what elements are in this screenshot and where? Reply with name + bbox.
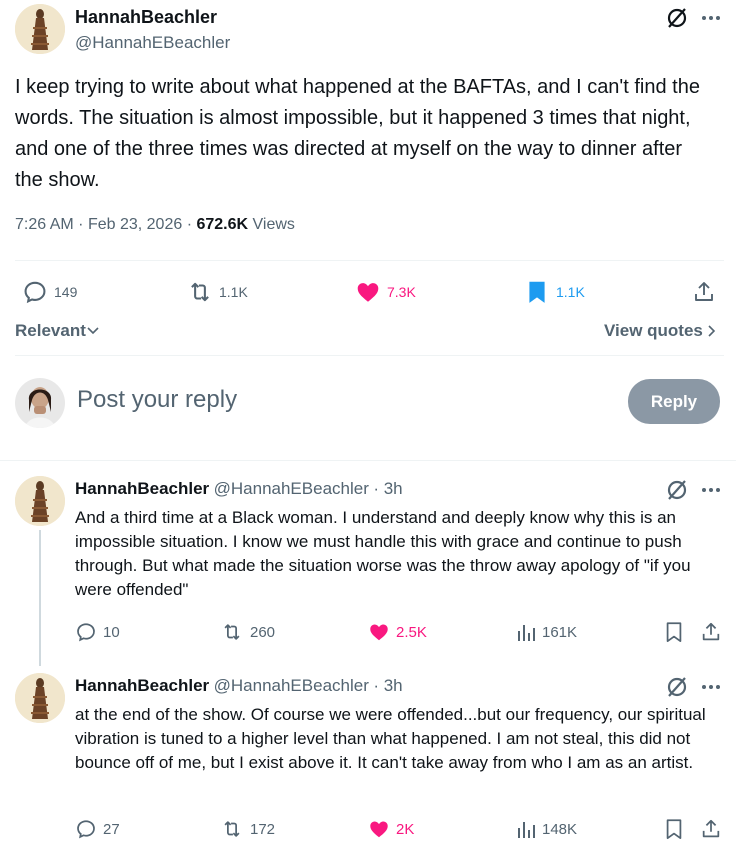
reply-text: And a third time at a Black woman. I und…: [75, 508, 691, 599]
avatar-image: [15, 4, 65, 54]
repost-count: 1.1K: [219, 284, 248, 300]
views-icon: [518, 822, 535, 838]
reply-count: 27: [103, 820, 120, 838]
reply-count: 10: [103, 623, 120, 641]
reply-input[interactable]: Post your reply: [77, 386, 237, 414]
views-action[interactable]: 161K: [516, 621, 577, 643]
avatar-image: [15, 673, 65, 723]
reply-count: 149: [54, 284, 78, 300]
author-name[interactable]: HannahBeachler: [75, 7, 217, 28]
post-text: I keep trying to write about what happen…: [15, 76, 700, 191]
repost-action[interactable]: 1.1K: [187, 279, 248, 305]
post-time[interactable]: 7:26 AM: [15, 216, 74, 233]
divider: [0, 460, 736, 461]
reply-time[interactable]: 3h: [384, 479, 403, 498]
reply-button[interactable]: Reply: [628, 379, 720, 424]
reply-avatar[interactable]: [15, 673, 65, 723]
like-count: 2.5K: [396, 623, 427, 641]
reply-author-name[interactable]: HannahBeachler: [75, 676, 209, 695]
repost-action[interactable]: 172: [220, 818, 275, 840]
reply-icon: [77, 623, 95, 642]
like-action[interactable]: 2K: [368, 818, 414, 840]
reply-header: HannahBeachler @HannahEBeachler · 3h: [75, 479, 403, 498]
sort-label: Relevant: [15, 321, 86, 340]
view-quotes-link[interactable]: View quotes: [604, 321, 718, 341]
views-action[interactable]: 148K: [516, 818, 577, 840]
repost-icon: [224, 821, 240, 837]
like-action[interactable]: 7.3K: [355, 279, 416, 305]
chevron-down-icon: [87, 327, 99, 335]
grok-icon[interactable]: [665, 478, 689, 507]
share-icon[interactable]: [700, 818, 722, 845]
divider: [15, 260, 724, 261]
repost-action[interactable]: 260: [220, 621, 275, 643]
reply-author-handle[interactable]: @HannahEBeachler: [214, 676, 369, 695]
reply-icon: [77, 820, 95, 839]
bookmark-icon[interactable]: [663, 818, 685, 845]
views-count: 161K: [542, 623, 578, 641]
avatar-image: [15, 378, 65, 428]
user-avatar[interactable]: [15, 378, 65, 428]
reply-action[interactable]: 149: [22, 279, 77, 305]
author-handle[interactable]: @HannahEBeachler: [75, 33, 230, 53]
avatar-image: [15, 476, 65, 526]
bookmark-action[interactable]: 1.1K: [524, 279, 585, 305]
reply-text: at the end of the show. Of course we wer…: [75, 705, 706, 772]
reply-action[interactable]: 27: [75, 818, 120, 840]
share-icon[interactable]: [692, 279, 716, 310]
like-icon: [370, 624, 388, 641]
repost-icon: [191, 282, 209, 302]
repost-count: 260: [250, 623, 276, 641]
reply-time[interactable]: 3h: [384, 676, 403, 695]
view-quotes-label: View quotes: [604, 321, 703, 340]
reply-action[interactable]: 10: [75, 621, 120, 643]
more-icon[interactable]: [700, 6, 722, 35]
like-count: 2K: [396, 820, 415, 838]
reply-avatar[interactable]: [15, 476, 65, 526]
repost-icon: [224, 624, 240, 640]
bookmark-count: 1.1K: [556, 284, 585, 300]
like-icon: [370, 821, 388, 838]
reply-icon: [24, 281, 46, 304]
more-icon[interactable]: [700, 675, 722, 704]
thread-line: [39, 530, 41, 666]
reply-author-name[interactable]: HannahBeachler: [75, 479, 209, 498]
views-count: 672.6K: [196, 216, 249, 233]
like-icon: [357, 283, 379, 302]
like-count: 7.3K: [387, 284, 416, 300]
reply-author-handle[interactable]: @HannahEBeachler: [214, 479, 369, 498]
bookmark-icon: [529, 281, 545, 303]
grok-icon[interactable]: [665, 675, 689, 704]
chevron-right-icon: [708, 325, 716, 337]
reply-header: HannahBeachler @HannahEBeachler · 3h: [75, 676, 403, 695]
more-icon[interactable]: [700, 478, 722, 507]
repost-count: 172: [250, 820, 276, 838]
post-meta: 7:26 AM · Feb 23, 2026 · 672.6K Views: [15, 216, 295, 233]
post-date[interactable]: Feb 23, 2026: [88, 216, 182, 233]
divider: [15, 355, 724, 356]
views-count: 148K: [542, 820, 578, 838]
share-icon[interactable]: [700, 621, 722, 648]
bookmark-icon[interactable]: [663, 621, 685, 648]
views-label: Views: [252, 216, 295, 233]
views-icon: [518, 625, 535, 641]
sort-dropdown[interactable]: Relevant: [15, 321, 100, 341]
author-avatar[interactable]: [15, 4, 65, 54]
like-action[interactable]: 2.5K: [368, 621, 427, 643]
grok-icon[interactable]: [665, 6, 689, 35]
